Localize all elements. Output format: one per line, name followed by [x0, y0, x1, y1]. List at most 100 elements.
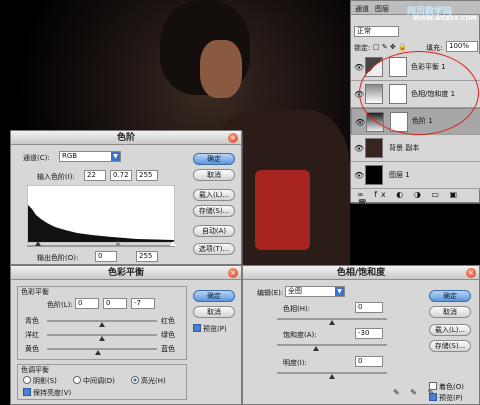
- preview-checkbox[interactable]: [429, 393, 437, 401]
- hue-saturation-dialog: 色相/饱和度 × 编辑(E): 全图 ▼ 色相(H): 0 饱和度(A): -3…: [242, 265, 480, 405]
- preview-label: 预览(P): [439, 394, 463, 402]
- input-gamma-knob[interactable]: [115, 241, 121, 246]
- options-button[interactable]: 选项(T)...: [193, 243, 235, 255]
- layer-row[interactable]: 👁 背景 副本: [351, 135, 480, 162]
- lock-label: 锁定:: [354, 44, 371, 52]
- cb-level-magenta-green[interactable]: 0: [103, 298, 127, 309]
- highlights-radio[interactable]: [131, 376, 139, 384]
- slider-left-label: 洋红: [25, 331, 39, 339]
- visibility-eye-icon[interactable]: 👁: [354, 171, 364, 180]
- saturation-field[interactable]: -30: [355, 328, 383, 339]
- yellow-blue-slider[interactable]: [47, 348, 157, 350]
- slider-left-label: 黄色: [25, 345, 39, 353]
- saturation-slider[interactable]: [277, 344, 387, 346]
- chevron-down-icon: ▼: [335, 287, 344, 296]
- input-level-black[interactable]: 22: [84, 170, 106, 181]
- midtones-radio[interactable]: [73, 376, 81, 384]
- visibility-eye-icon[interactable]: 👁: [355, 118, 365, 127]
- slider-right-label: 绿色: [161, 331, 175, 339]
- cyan-red-knob[interactable]: [99, 322, 105, 327]
- edit-select[interactable]: 全图 ▼: [285, 286, 345, 297]
- fill-field[interactable]: 100%: [446, 41, 478, 52]
- slider-right-label: 蓝色: [161, 345, 175, 353]
- saturation-knob[interactable]: [313, 346, 319, 351]
- cancel-button[interactable]: 取消: [429, 306, 471, 318]
- blend-mode-select[interactable]: 正常: [354, 26, 399, 37]
- blend-mode-value: 正常: [357, 27, 371, 35]
- levels-title: 色阶: [11, 131, 241, 145]
- colorize-checkbox[interactable]: [429, 382, 437, 390]
- watermark-url: WWW.WEB3X.COM: [413, 15, 477, 22]
- load-button[interactable]: 载入(L)...: [193, 189, 235, 201]
- input-white-knob[interactable]: [170, 241, 176, 246]
- input-levels-label: 输入色阶(I):: [37, 173, 75, 181]
- layers-panel: 通道 图层 网页教学网 WWW.WEB3X.COM 正常 锁定: □ ✎ ✥ 🔒…: [350, 0, 480, 208]
- annotation-ellipse: [359, 51, 479, 135]
- lock-icons[interactable]: □ ✎ ✥ 🔒: [373, 43, 407, 51]
- midtones-label: 中间调(D): [83, 377, 115, 385]
- shadows-radio[interactable]: [23, 376, 31, 384]
- color-balance-dialog: 色彩平衡 × 色彩平衡 色阶(L): 0 0 -7 青色 红色 洋红 绿色 黄色…: [10, 265, 242, 405]
- color-balance-section-label: 色彩平衡: [21, 288, 49, 296]
- ok-button[interactable]: 确定: [193, 153, 235, 165]
- input-level-white[interactable]: 255: [136, 170, 158, 181]
- output-level-black[interactable]: 0: [95, 251, 117, 262]
- save-button[interactable]: 存储(S)...: [429, 340, 471, 352]
- close-icon[interactable]: ×: [228, 133, 238, 143]
- edit-label: 编辑(E):: [257, 289, 284, 297]
- slider-right-label: 红色: [161, 317, 175, 325]
- colorize-label: 着色(O): [439, 383, 464, 391]
- tab-layers[interactable]: 图层: [375, 4, 389, 14]
- histogram: [27, 185, 175, 243]
- output-level-white[interactable]: 255: [136, 251, 158, 262]
- preview-checkbox[interactable]: [193, 324, 201, 332]
- layer-name: 背景 副本: [389, 144, 420, 152]
- lightness-field[interactable]: 0: [355, 356, 383, 367]
- layers-footer-icons[interactable]: ∞ fx ◐ ◑ ▭ ▣ 🗑: [357, 190, 479, 208]
- preserve-luminosity-label: 保持亮度(V): [33, 389, 72, 397]
- hue-label: 色相(H):: [283, 305, 311, 313]
- close-icon[interactable]: ×: [466, 268, 476, 278]
- visibility-eye-icon[interactable]: 👁: [354, 144, 364, 153]
- photo-face: [200, 40, 242, 98]
- close-icon[interactable]: ×: [228, 268, 238, 278]
- input-slider-track[interactable]: [27, 245, 175, 247]
- photo-jacket-red-print: [255, 170, 310, 250]
- input-black-knob[interactable]: [35, 241, 41, 246]
- visibility-eye-icon[interactable]: 👁: [354, 63, 364, 72]
- magenta-green-knob[interactable]: [99, 336, 105, 341]
- lightness-knob[interactable]: [329, 374, 335, 379]
- yellow-blue-knob[interactable]: [95, 350, 101, 355]
- save-button[interactable]: 存储(S)...: [193, 205, 235, 217]
- tab-channels[interactable]: 通道: [355, 4, 369, 14]
- hue-field[interactable]: 0: [355, 302, 383, 313]
- input-level-gamma[interactable]: 0.72: [110, 170, 132, 181]
- highlights-label: 高光(H): [141, 377, 166, 385]
- channel-label: 通道(C):: [23, 154, 50, 162]
- channel-select[interactable]: RGB ▼: [59, 151, 121, 162]
- shadows-label: 阴影(S): [33, 377, 57, 385]
- cb-levels-label: 色阶(L):: [47, 301, 73, 309]
- edit-value: 全图: [288, 287, 302, 295]
- preview-label: 预览(P): [203, 325, 227, 333]
- cb-level-yellow-blue[interactable]: -7: [131, 298, 155, 309]
- preserve-luminosity-checkbox[interactable]: [23, 388, 31, 396]
- layer-row[interactable]: 👁 图层 1: [351, 162, 480, 189]
- ok-button[interactable]: 确定: [429, 290, 471, 302]
- hue-knob[interactable]: [329, 320, 335, 325]
- slider-left-label: 青色: [25, 317, 39, 325]
- levels-dialog: 色阶 × 通道(C): RGB ▼ 输入色阶(I): 22 0.72 255 输…: [10, 130, 242, 265]
- load-button[interactable]: 载入(L)...: [429, 324, 471, 336]
- output-levels-label: 输出色阶(O):: [37, 254, 79, 262]
- layer-name: 图层 1: [389, 171, 410, 179]
- saturation-label: 饱和度(A):: [283, 331, 317, 339]
- cancel-button[interactable]: 取消: [193, 306, 235, 318]
- cb-level-cyan-red[interactable]: 0: [75, 298, 99, 309]
- layer-thumb: [365, 165, 383, 185]
- ok-button[interactable]: 确定: [193, 290, 235, 302]
- auto-button[interactable]: 自动(A): [193, 225, 235, 237]
- chevron-down-icon: ▼: [111, 152, 120, 161]
- cancel-button[interactable]: 取消: [193, 169, 235, 181]
- lightness-label: 明度(I):: [283, 359, 307, 367]
- channel-value: RGB: [62, 152, 78, 160]
